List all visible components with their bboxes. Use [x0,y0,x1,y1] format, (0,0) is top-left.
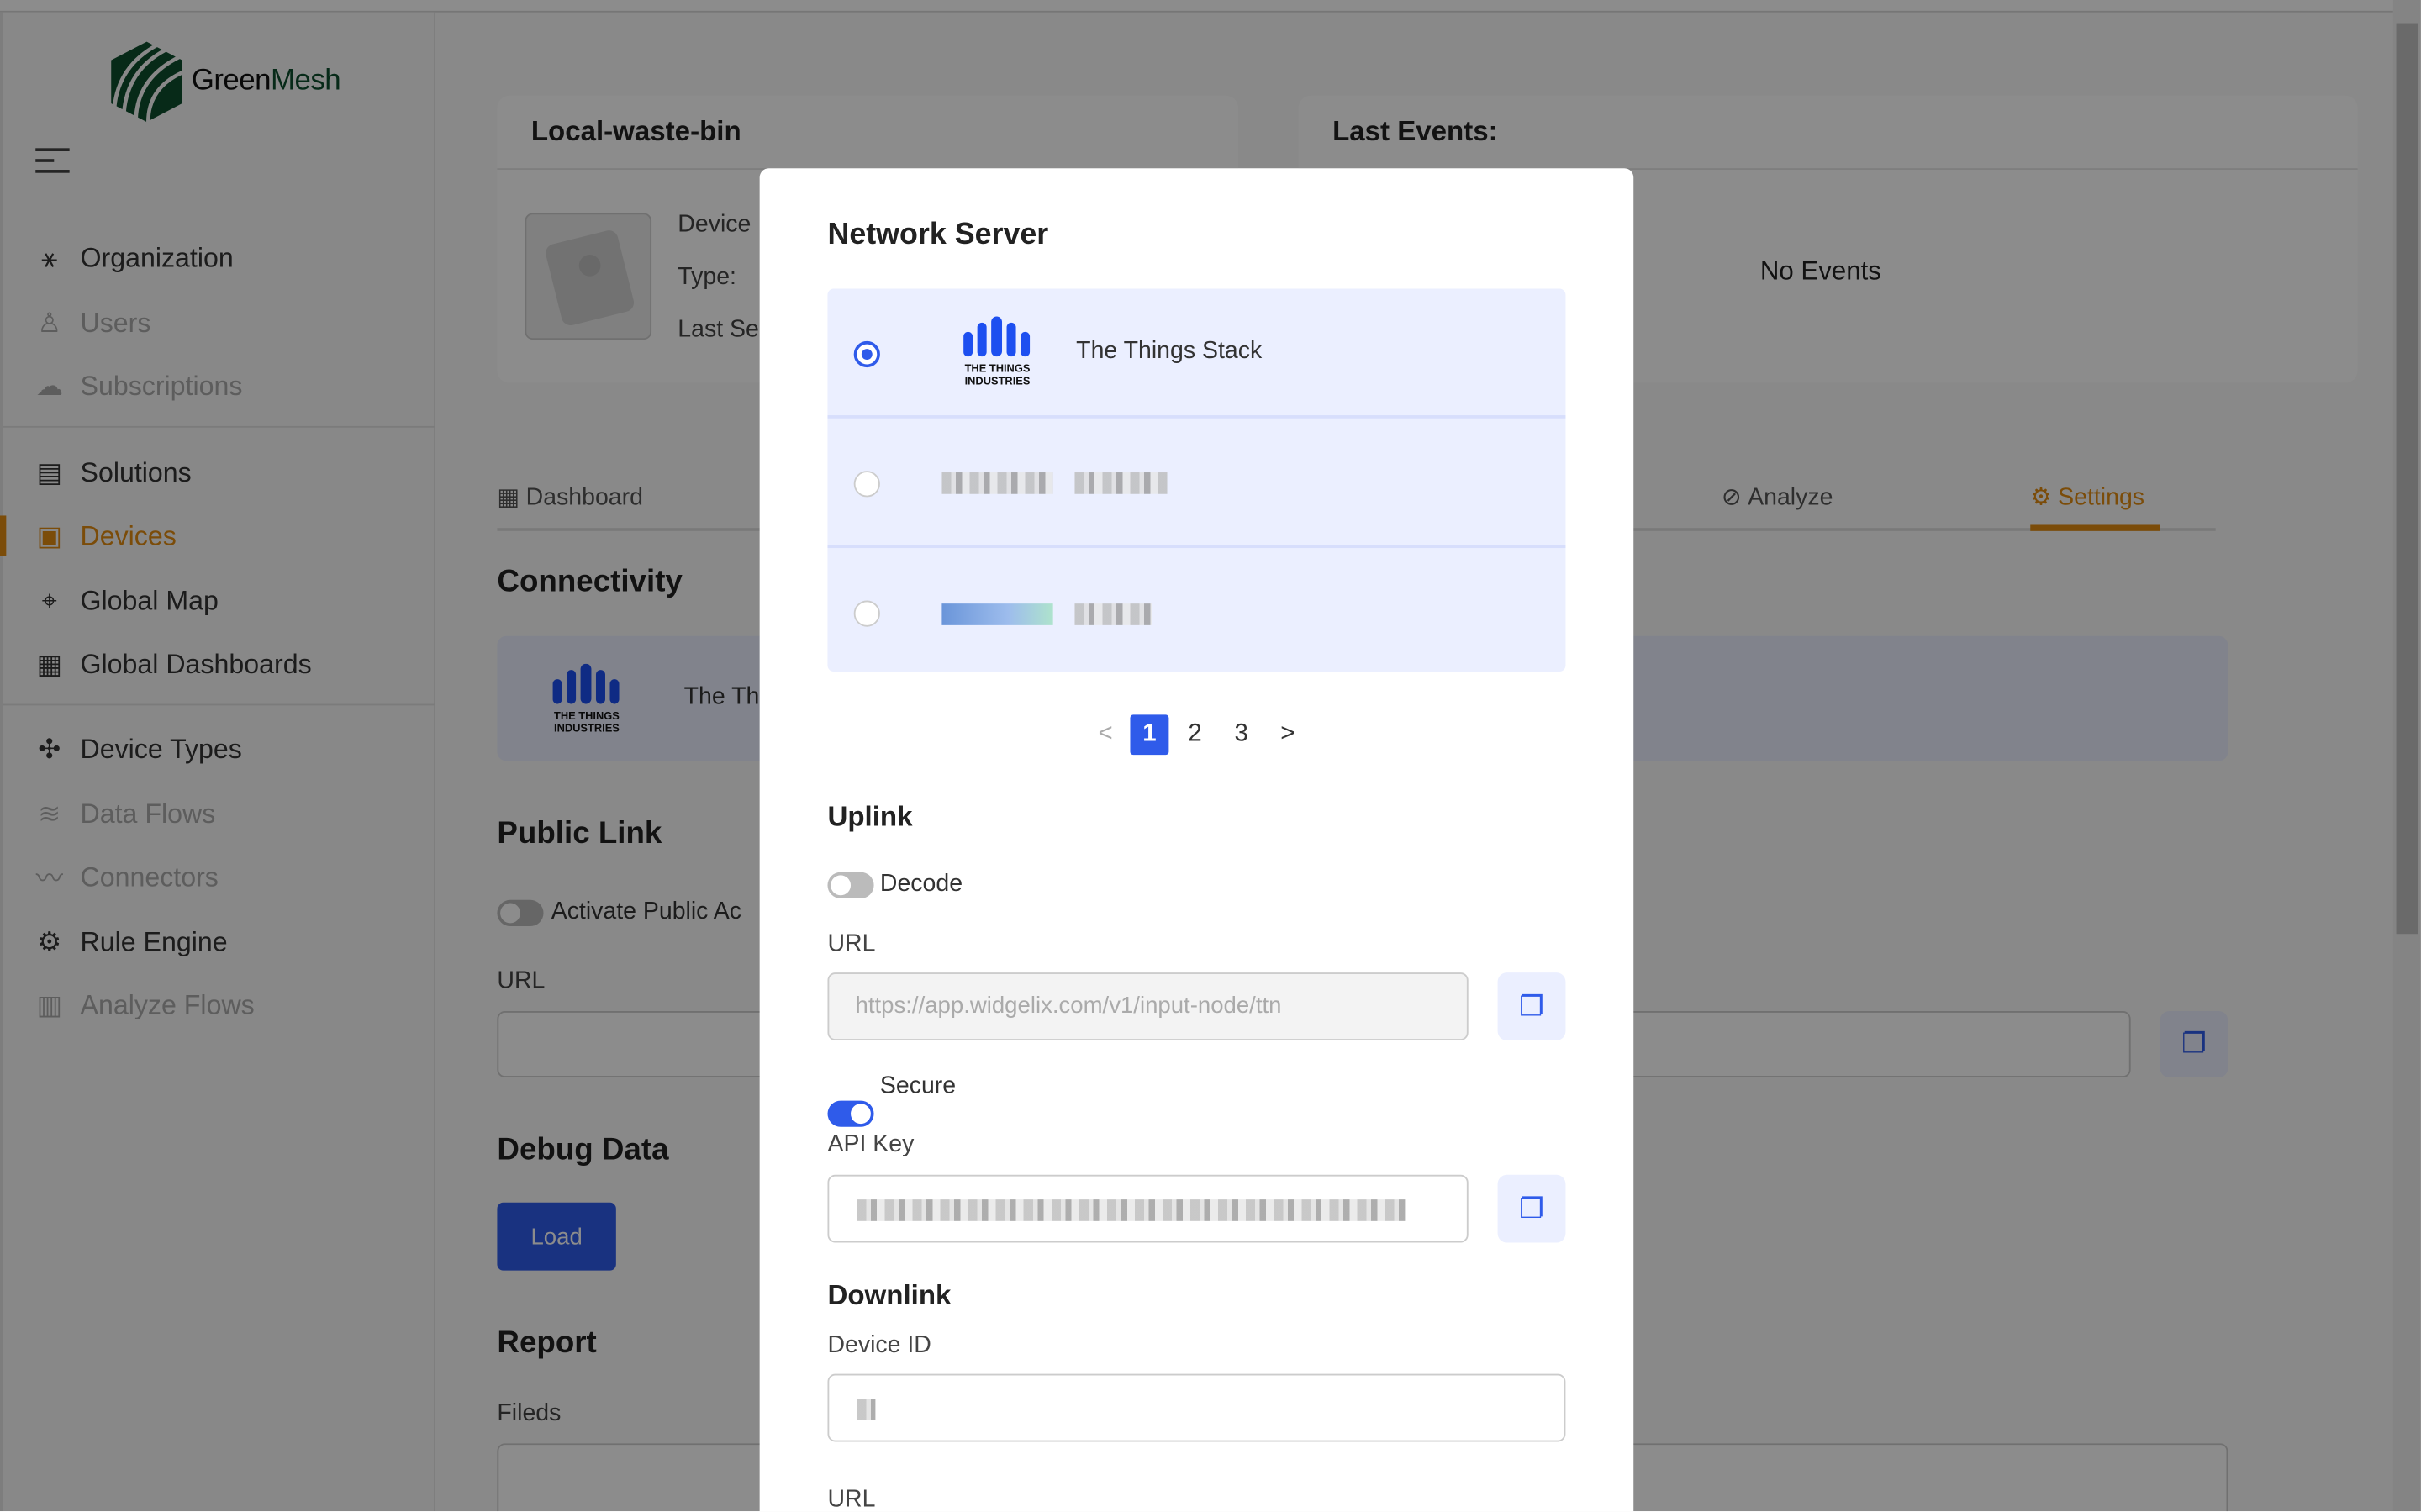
network-server-modal: Network Server THE THINGS INDUSTRIES The … [759,168,1634,1512]
copy-api-key-button[interactable]: ❐ [1497,1174,1566,1243]
pagination-page-1[interactable]: 1 [1130,714,1169,756]
downlink-url-label: URL [827,1486,876,1512]
server-radio[interactable] [853,471,880,498]
tti-logo-text: THE THINGS INDUSTRIES [964,364,1031,388]
copy-icon: ❐ [1519,1192,1544,1224]
pagination-page-2[interactable]: 2 [1177,714,1214,755]
server-label: The Things Stack [1076,338,1263,365]
network-server-list: THE THINGS INDUSTRIES The Things Stack [827,288,1566,672]
api-key-label: API Key [827,1131,915,1158]
server-radio[interactable] [853,340,880,368]
uplink-heading: Uplink [827,801,913,832]
secure-label: Secure [879,1072,957,1099]
tti-logo-icon: THE THINGS INDUSTRIES [963,316,1031,389]
api-key-input[interactable] [827,1174,1469,1243]
redacted-device-id [857,1399,876,1420]
redacted-api-key [857,1199,1406,1221]
server-option-redacted[interactable] [827,415,1566,542]
server-option-redacted[interactable] [827,545,1566,672]
pagination-prev[interactable]: < [1087,714,1124,755]
pagination-page-3[interactable]: 3 [1223,714,1260,755]
pagination-next[interactable]: > [1269,714,1306,755]
server-radio[interactable] [853,600,880,627]
redacted-logo [942,603,1053,625]
redacted-label [1074,603,1152,625]
app-root: GreenMesh ⚹ Organization ♙ Users ☁ Subscripti… [0,0,2421,1512]
server-option-ttn[interactable]: THE THINGS INDUSTRIES The Things Stack [827,288,1565,415]
decode-label: Decode [879,870,963,898]
copy-icon: ❐ [1519,990,1544,1021]
downlink-heading: Downlink [827,1279,952,1311]
secure-toggle[interactable] [827,1100,874,1127]
redacted-logo [942,472,1053,494]
uplink-url-label: URL [827,930,876,957]
copy-uplink-url-button[interactable]: ❐ [1497,972,1566,1040]
decode-toggle[interactable] [827,872,874,898]
device-id-label: Device ID [827,1332,931,1359]
modal-title: Network Server [827,217,1049,252]
redacted-label [1074,472,1168,494]
uplink-url-input[interactable]: https://app.widgelix.com/v1/input-node/t… [827,972,1469,1040]
device-id-input[interactable] [827,1373,1566,1442]
